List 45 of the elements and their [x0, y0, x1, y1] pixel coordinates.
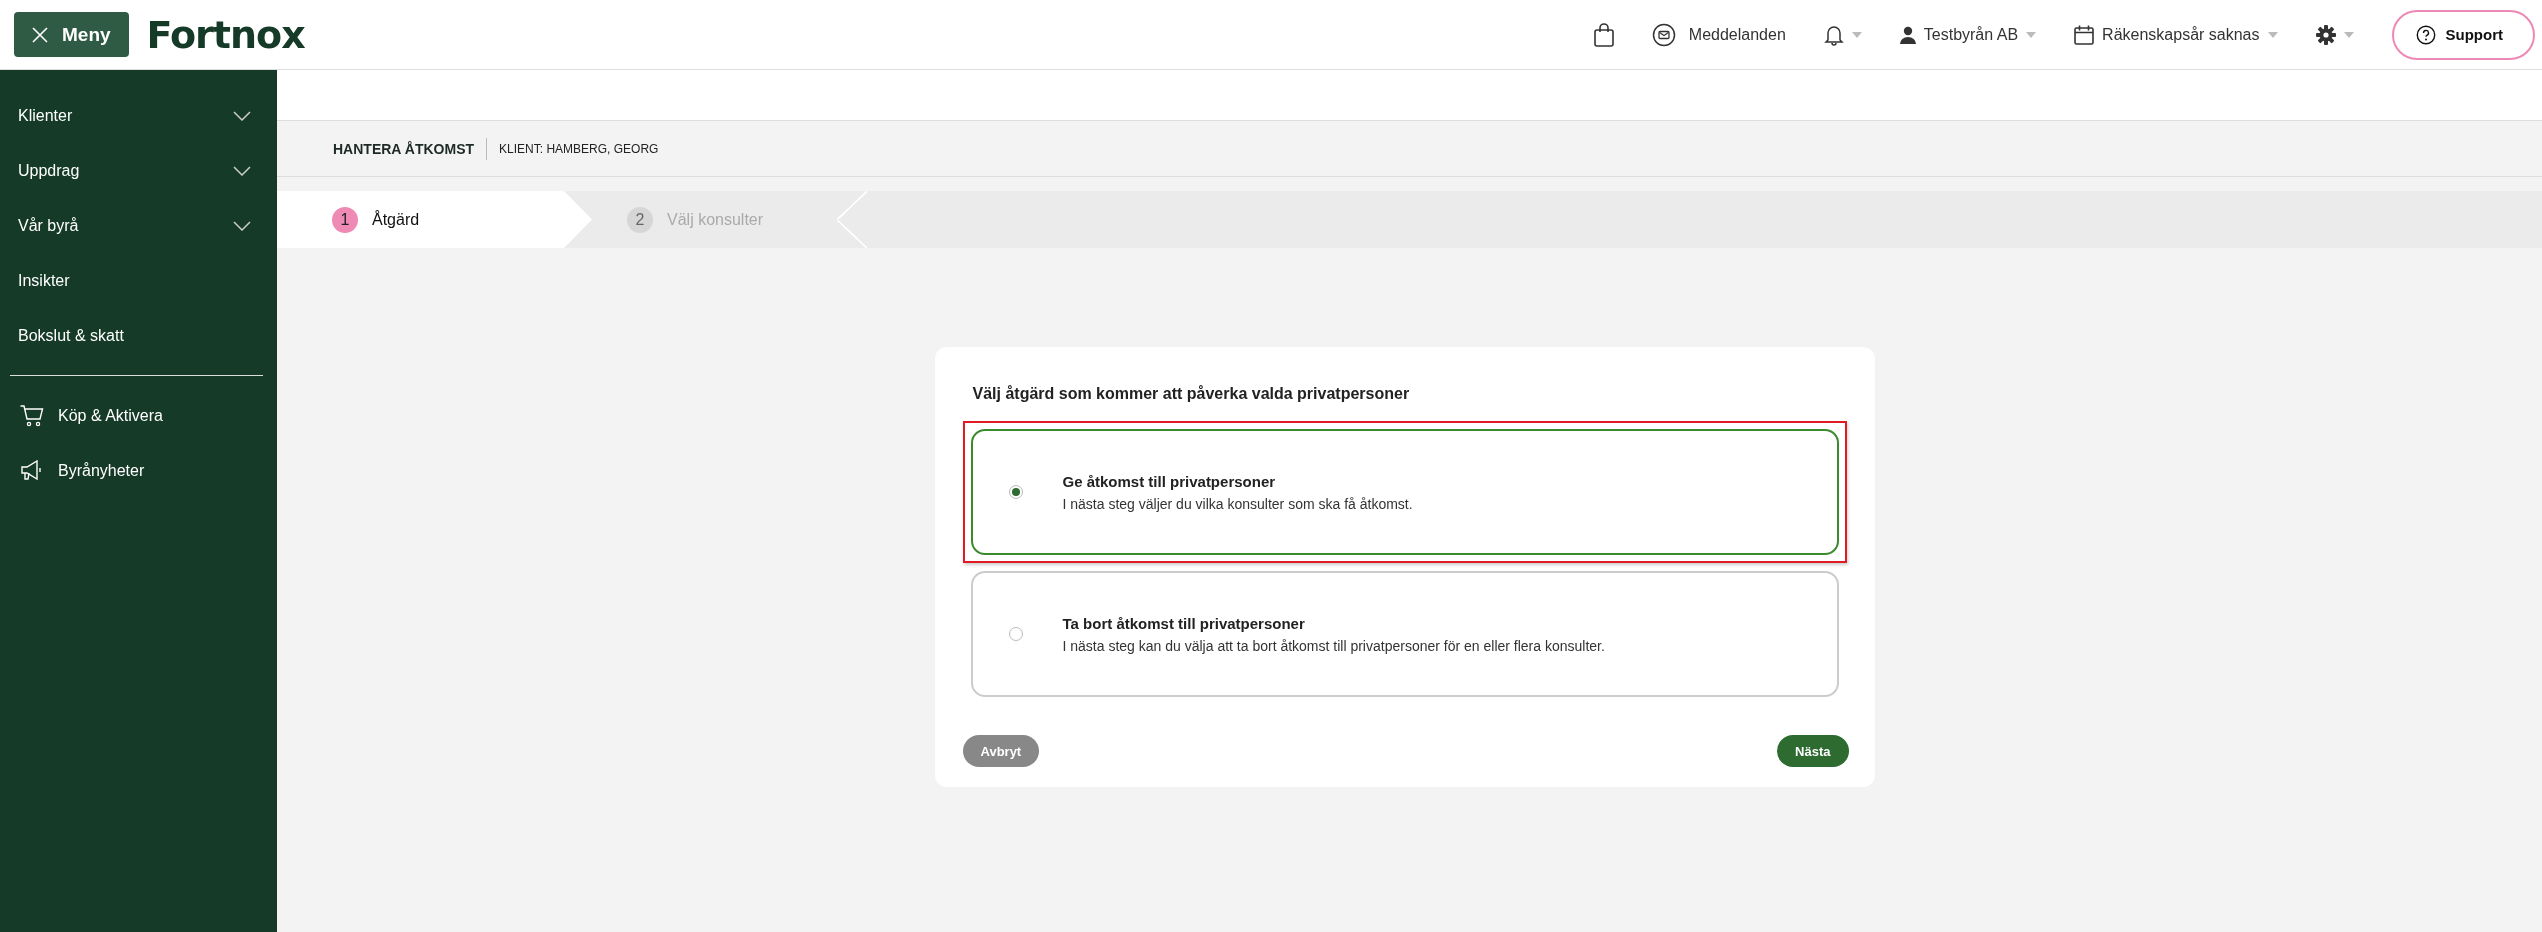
option-title: Ge åtkomst till privatpersoner [1062, 472, 1277, 490]
cart-icon [20, 404, 44, 427]
sidebar-item[interactable]: Uppdrag [0, 143, 277, 198]
sidebar-item[interactable]: Byrånyheter [0, 443, 277, 498]
step-tab[interactable]: 1 Åtgärd [277, 191, 592, 248]
megaphone-icon [20, 459, 44, 482]
notifications-menu[interactable] [1823, 23, 1862, 46]
chevron-icon [233, 110, 251, 121]
card-question: Välj åtgärd som kommer att påverka valda privatpersoner [972, 385, 1411, 403]
caret-icon [2343, 31, 2354, 38]
bell-icon [1823, 23, 1844, 46]
caret-icon [1851, 31, 1862, 38]
sidebar-item[interactable]: Vår byrå [0, 198, 277, 253]
logo[interactable]: Fortnox [146, 12, 305, 57]
menu-button[interactable]: Meny [14, 12, 129, 57]
sidebar-item[interactable]: Klienter [0, 88, 277, 143]
caret-icon [2026, 31, 2037, 38]
sidebar-item[interactable]: Bokslut & skatt [0, 308, 277, 363]
sidebar-item[interactable]: Köp & Aktivera [0, 388, 277, 443]
envelope-icon [1652, 22, 1677, 47]
shopping-bag-icon[interactable] [1594, 22, 1615, 47]
company-menu[interactable]: Testbyrån AB [1899, 25, 2037, 44]
person-icon [1899, 25, 1916, 44]
step-number: 2 [627, 206, 653, 233]
chevron-icon [233, 165, 251, 176]
messages-link[interactable]: Meddelanden [1652, 22, 1786, 47]
fiscal-year-menu[interactable]: Räkenskapsår saknas [2074, 24, 2278, 45]
help-icon [2415, 24, 2436, 45]
settings-menu[interactable] [2315, 24, 2354, 45]
close-icon [32, 26, 48, 43]
page-title: HANTERA ÅTKOMST [333, 137, 488, 160]
cancel-button[interactable]: Avbryt [962, 735, 1040, 767]
support-button[interactable]: Support [2391, 9, 2535, 60]
option-card[interactable]: Ge åtkomst till privatpersoner I nästa steg väljer du vilka konsulter som ska få åtkomst. [970, 429, 1839, 555]
option-card[interactable]: Ta bort åtkomst till privatpersoner I nästa steg kan du välja att ta bort åtkomst till privatpersoner för en eller flera konsulter. [970, 571, 1839, 697]
step-number: 1 [332, 206, 358, 233]
option-title: Ta bort åtkomst till privatpersoner [1062, 614, 1306, 632]
calendar-icon [2074, 24, 2095, 45]
caret-icon [2267, 31, 2278, 38]
next-button[interactable]: Nästa [1777, 735, 1849, 767]
option-description: I nästa steg väljer du vilka konsulter som ska få åtkomst. [1062, 495, 1413, 512]
client-label: KLIENT: HAMBERG, GEORG [499, 141, 659, 156]
option-description: I nästa steg kan du välja att ta bort åtkomst till privatpersoner för en eller flera konsulter. [1062, 637, 1605, 654]
sidebar-item[interactable]: Insikter [0, 253, 277, 308]
chevron-icon [233, 220, 251, 231]
